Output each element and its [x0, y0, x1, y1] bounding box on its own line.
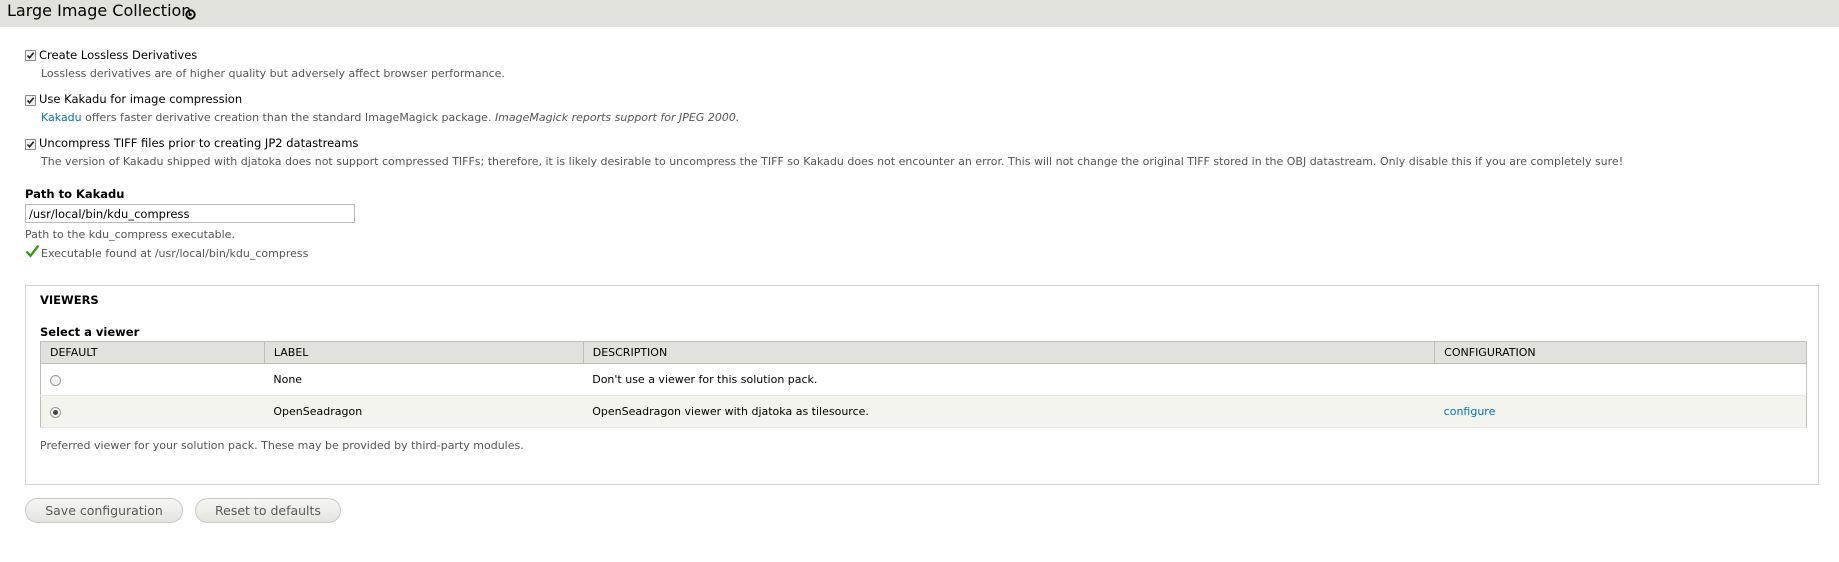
label-cell: OpenSeadragon: [264, 395, 584, 428]
reset-to-defaults-button[interactable]: Reset to defaults: [195, 498, 341, 523]
page-header: Large Image Collection: [0, 0, 1839, 27]
uncompress-description: The version of Kakadu shipped with djato…: [41, 155, 1624, 168]
uncompress-label[interactable]: Uncompress TIFF files prior to creating …: [39, 136, 358, 150]
lossless-description: Lossless derivatives are of higher quali…: [41, 67, 505, 80]
configure-link[interactable]: configure: [1444, 405, 1496, 418]
kakadu-path-description: Path to the kdu_compress executable.: [25, 228, 235, 241]
radio-selected-dot: [53, 409, 58, 415]
viewers-legend: VIEWERS: [40, 293, 99, 307]
kakadu-path-input[interactable]: [25, 204, 355, 223]
column-default: DEFAULT: [40, 341, 265, 364]
select-viewer-label: Select a viewer: [40, 325, 140, 339]
viewer-none-radio[interactable]: [50, 374, 61, 386]
kakadu-path-title: Path to Kakadu: [25, 187, 125, 201]
checkmark-icon: [25, 243, 40, 262]
lossless-label[interactable]: Create Lossless Derivatives: [39, 48, 197, 62]
kakadu-description: Kakadu offers faster derivative creation…: [41, 111, 739, 125]
default-cell: [40, 363, 265, 396]
kakadu-checkbox[interactable]: [25, 95, 36, 106]
label-cell: None: [264, 363, 584, 396]
configuration-cell: [1434, 363, 1807, 396]
description-cell: Don't use a viewer for this solution pac…: [583, 363, 1435, 396]
executable-status: Executable found at /usr/local/bin/kdu_c…: [41, 247, 309, 260]
gear-icon[interactable]: [185, 5, 196, 20]
default-cell: [40, 395, 265, 428]
description-cell: OpenSeadragon viewer with djatoka as til…: [583, 395, 1435, 428]
viewers-table: DEFAULT LABEL DESCRIPTION CONFIGURATION …: [40, 341, 1807, 428]
column-label: LABEL: [263, 341, 584, 364]
column-configuration: CONFIGURATION: [1434, 341, 1807, 364]
save-configuration-button[interactable]: Save configuration: [25, 498, 183, 523]
configuration-cell: configure: [1434, 395, 1807, 428]
kakadu-label[interactable]: Use Kakadu for image compression: [39, 92, 242, 106]
imagemagick-support-note: ImageMagick reports support for JPEG 200…: [494, 111, 740, 124]
page-title: Large Image Collection: [7, 1, 192, 20]
viewer-openseadragon-radio[interactable]: [50, 406, 61, 418]
table-row: OpenSeadragon OpenSeadragon viewer with …: [40, 395, 1807, 428]
table-row: None Don't use a viewer for this solutio…: [40, 363, 1807, 396]
kakadu-link[interactable]: Kakadu: [41, 111, 82, 124]
kakadu-description-text: offers faster derivative creation than t…: [85, 111, 492, 124]
viewers-help-text: Preferred viewer for your solution pack.…: [40, 439, 524, 452]
uncompress-checkbox[interactable]: [25, 139, 36, 150]
table-header-row: DEFAULT LABEL DESCRIPTION CONFIGURATION: [40, 341, 1807, 364]
lossless-checkbox[interactable]: [25, 50, 36, 61]
column-description: DESCRIPTION: [582, 341, 1436, 364]
